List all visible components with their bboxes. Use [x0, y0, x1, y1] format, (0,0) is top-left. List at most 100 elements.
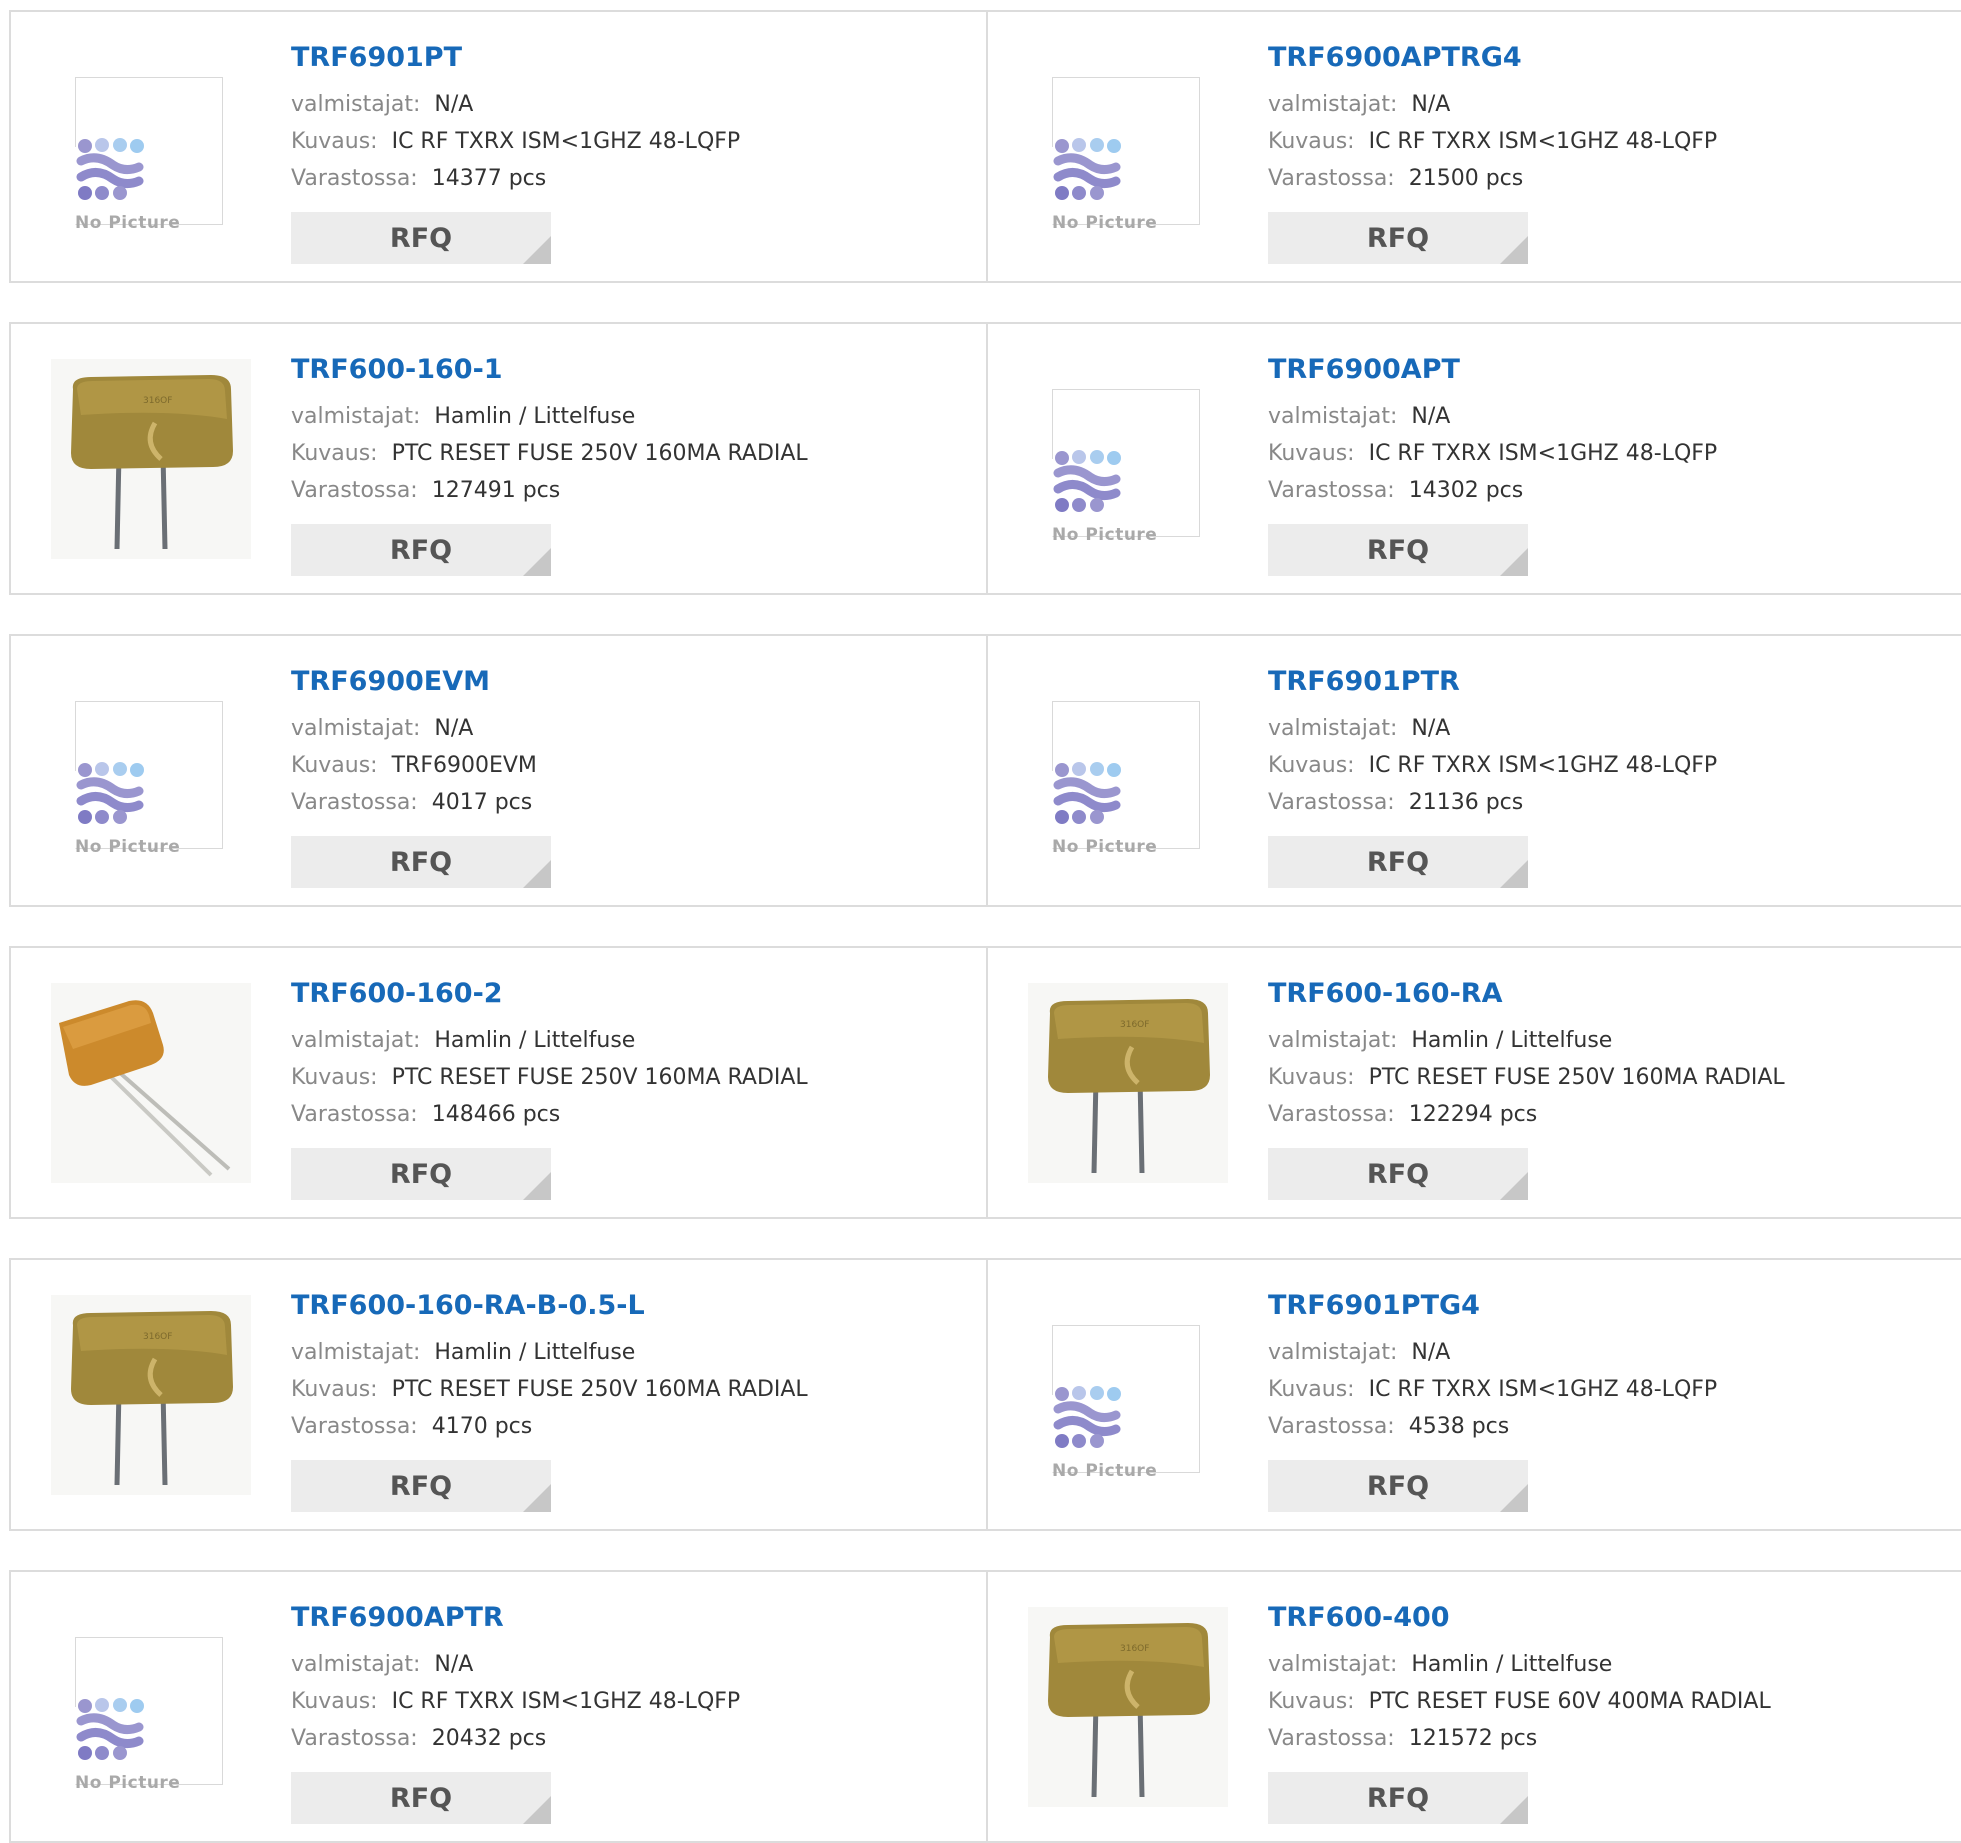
rfq-button[interactable]: RFQ	[291, 1148, 551, 1200]
manufacturer-label: valmistajat:	[291, 404, 421, 429]
no-picture-icon	[75, 135, 145, 203]
ptc-fuse-image[interactable]: 316OF	[51, 1295, 251, 1499]
rfq-button[interactable]: RFQ	[291, 1772, 551, 1824]
description-line: Kuvaus: PTC RESET FUSE 250V 160MA RADIAL	[291, 1065, 808, 1090]
product-title-link[interactable]: TRF6900APT	[1268, 354, 1460, 385]
rfq-button[interactable]: RFQ	[1268, 1460, 1528, 1512]
product-thumbnail: 316OF	[51, 1295, 251, 1495]
product-title-link[interactable]: TRF600-400	[1268, 1602, 1450, 1633]
rfq-button[interactable]: RFQ	[291, 212, 551, 264]
manufacturer-label: valmistajat:	[291, 92, 421, 117]
description-value: PTC RESET FUSE 250V 160MA RADIAL	[391, 1377, 808, 1402]
product-title-link[interactable]: TRF6901PT	[291, 42, 462, 73]
product-title-link[interactable]: TRF600-160-RA-B-0.5-L	[291, 1290, 645, 1321]
product-thumbnail	[51, 983, 251, 1183]
manufacturer-line: valmistajat: Hamlin / Littelfuse	[291, 404, 635, 429]
rfq-button[interactable]: RFQ	[291, 836, 551, 888]
no-picture-label: No Picture	[75, 213, 181, 233]
rfq-button[interactable]: RFQ	[1268, 212, 1528, 264]
stock-line: Varastossa: 4538 pcs	[1268, 1414, 1509, 1439]
no-picture-icon	[1052, 447, 1122, 515]
corner-triangle-icon	[1500, 548, 1528, 576]
stock-value: 148466 pcs	[431, 1102, 561, 1127]
product-card: 316OF TRF600-160-1 valmistajat: Hamlin / Li…	[11, 324, 988, 593]
svg-text:316OF: 316OF	[143, 396, 172, 406]
manufacturer-label: valmistajat:	[1268, 92, 1398, 117]
product-title-link[interactable]: TRF600-160-1	[291, 354, 503, 385]
no-picture-label: No Picture	[75, 837, 181, 857]
rfq-button[interactable]: RFQ	[1268, 524, 1528, 576]
product-title-link[interactable]: TRF600-160-2	[291, 978, 503, 1009]
description-line: Kuvaus: IC RF TXRX ISM<1GHZ 48-LQFP	[291, 129, 740, 154]
stock-label: Varastossa:	[1268, 1102, 1395, 1127]
manufacturer-line: valmistajat: N/A	[1268, 716, 1450, 741]
manufacturer-label: valmistajat:	[1268, 1340, 1398, 1365]
corner-triangle-icon	[1500, 236, 1528, 264]
stock-value: 20432 pcs	[431, 1726, 547, 1751]
manufacturer-value: Hamlin / Littelfuse	[434, 1028, 636, 1053]
product-card: No Picture TRF6900APTRG4 valmistajat: N/A Ku…	[988, 12, 1961, 281]
rfq-button[interactable]: RFQ	[291, 1460, 551, 1512]
ptc-fuse-image[interactable]: 316OF	[1028, 1607, 1228, 1811]
product-row: 316OF TRF600-160-RA-B-0.5-L valmistajat: Ha…	[9, 1258, 1961, 1531]
product-title-link[interactable]: TRF6900EVM	[291, 666, 490, 697]
description-value: PTC RESET FUSE 60V 400MA RADIAL	[1368, 1689, 1771, 1714]
no-picture-icon	[1052, 1383, 1122, 1451]
product-thumbnail: 316OF	[1028, 983, 1228, 1183]
description-line: Kuvaus: PTC RESET FUSE 250V 160MA RADIAL	[291, 1377, 808, 1402]
product-card: No Picture TRF6901PT valmistajat: N/A Kuvaus…	[11, 12, 988, 281]
rfq-button-label: RFQ	[389, 846, 453, 878]
stock-line: Varastossa: 127491 pcs	[291, 478, 560, 503]
product-title-link[interactable]: TRF6900APTR	[291, 1602, 504, 1633]
manufacturer-value: N/A	[1411, 92, 1451, 117]
ptc-fuse-image[interactable]	[51, 983, 251, 1187]
description-line: Kuvaus: IC RF TXRX ISM<1GHZ 48-LQFP	[1268, 441, 1717, 466]
stock-label: Varastossa:	[291, 1414, 418, 1439]
stock-line: Varastossa: 14302 pcs	[1268, 478, 1523, 503]
stock-label: Varastossa:	[1268, 1414, 1395, 1439]
manufacturer-line: valmistajat: Hamlin / Littelfuse	[1268, 1652, 1612, 1677]
description-label: Kuvaus:	[291, 441, 378, 466]
description-value: IC RF TXRX ISM<1GHZ 48-LQFP	[391, 129, 741, 154]
corner-triangle-icon	[523, 860, 551, 888]
description-line: Kuvaus: IC RF TXRX ISM<1GHZ 48-LQFP	[1268, 1377, 1717, 1402]
description-line: Kuvaus: PTC RESET FUSE 250V 160MA RADIAL	[291, 441, 808, 466]
product-title-link[interactable]: TRF600-160-RA	[1268, 978, 1502, 1009]
stock-value: 14302 pcs	[1408, 478, 1524, 503]
product-card: No Picture TRF6900APT valmistajat: N/A Kuvau…	[988, 324, 1961, 593]
ptc-fuse-image[interactable]: 316OF	[1028, 983, 1228, 1187]
rfq-button-label: RFQ	[389, 1470, 453, 1502]
corner-triangle-icon	[523, 1796, 551, 1824]
product-thumbnail: No Picture	[51, 1607, 251, 1807]
description-value: IC RF TXRX ISM<1GHZ 48-LQFP	[391, 1689, 741, 1714]
stock-label: Varastossa:	[1268, 478, 1395, 503]
description-line: Kuvaus: IC RF TXRX ISM<1GHZ 48-LQFP	[1268, 129, 1717, 154]
description-value: PTC RESET FUSE 250V 160MA RADIAL	[391, 441, 808, 466]
product-title-link[interactable]: TRF6901PTR	[1268, 666, 1460, 697]
product-thumbnail: 316OF	[51, 359, 251, 559]
manufacturer-value: N/A	[434, 716, 474, 741]
rfq-button[interactable]: RFQ	[1268, 1148, 1528, 1200]
rfq-button[interactable]: RFQ	[1268, 1772, 1528, 1824]
stock-line: Varastossa: 121572 pcs	[1268, 1726, 1537, 1751]
manufacturer-value: Hamlin / Littelfuse	[1411, 1028, 1613, 1053]
product-card: 316OF TRF600-160-RA-B-0.5-L valmistajat: Ha…	[11, 1260, 988, 1529]
rfq-button[interactable]: RFQ	[291, 524, 551, 576]
manufacturer-line: valmistajat: Hamlin / Littelfuse	[291, 1340, 635, 1365]
description-value: TRF6900EVM	[391, 753, 537, 778]
ptc-fuse-image[interactable]: 316OF	[51, 359, 251, 563]
stock-value: 4170 pcs	[431, 1414, 533, 1439]
description-label: Kuvaus:	[1268, 753, 1355, 778]
stock-value: 21136 pcs	[1408, 790, 1524, 815]
product-thumbnail: No Picture	[1028, 1295, 1228, 1495]
stock-line: Varastossa: 4017 pcs	[291, 790, 532, 815]
description-label: Kuvaus:	[291, 1377, 378, 1402]
product-title-link[interactable]: TRF6901PTG4	[1268, 1290, 1480, 1321]
manufacturer-label: valmistajat:	[291, 716, 421, 741]
product-card: 316OF TRF600-160-RA valmistajat: Hamlin / L…	[988, 948, 1961, 1217]
rfq-button-label: RFQ	[1366, 846, 1430, 878]
product-row: TRF600-160-2 valmistajat: Hamlin / Littelf…	[9, 946, 1961, 1219]
rfq-button[interactable]: RFQ	[1268, 836, 1528, 888]
manufacturer-label: valmistajat:	[291, 1340, 421, 1365]
product-title-link[interactable]: TRF6900APTRG4	[1268, 42, 1522, 73]
